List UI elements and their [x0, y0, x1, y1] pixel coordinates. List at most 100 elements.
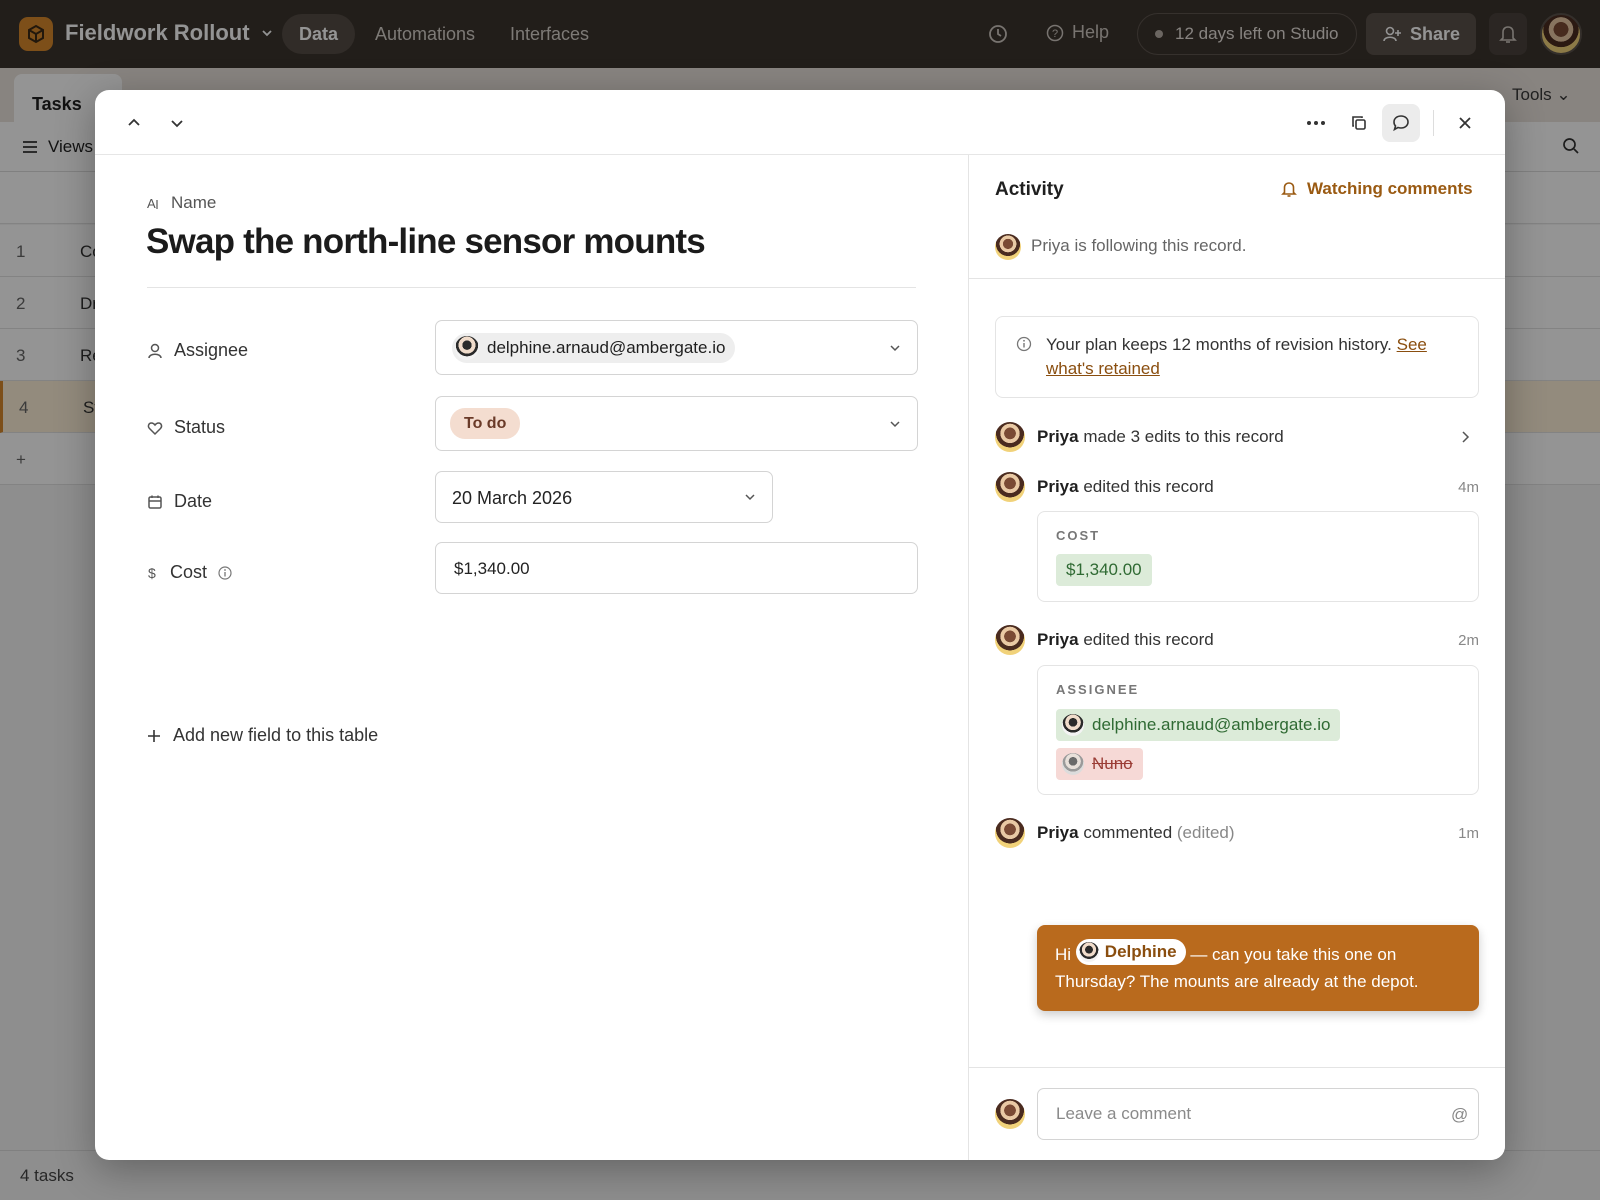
removed-value: Nuno [1092, 754, 1133, 773]
avatar [995, 472, 1025, 502]
name-field-label: A Name [147, 193, 216, 213]
info-icon [1016, 336, 1032, 352]
comment-bubble[interactable]: Hi Delphine — can you take this one on T… [1037, 925, 1479, 1011]
close-icon [1459, 117, 1471, 129]
comment-icon [1393, 115, 1409, 132]
event-user: Priya [1037, 477, 1079, 496]
cost-label: Cost [170, 562, 208, 582]
status-select[interactable]: To do [435, 396, 918, 451]
ellipsis-icon [1307, 121, 1325, 125]
activity-event: Priya commented (edited) [1037, 823, 1235, 843]
toggle-comments-button[interactable] [1382, 104, 1420, 142]
add-field-label: Add new field to this table [173, 725, 379, 745]
plan-text-block: Your plan keeps 12 months of revision hi… [1046, 333, 1466, 381]
avatar [455, 336, 479, 360]
svg-text:$: $ [148, 565, 156, 581]
calendar-icon [148, 495, 162, 509]
status-field-label: Status [147, 417, 225, 438]
comment-input[interactable] [1037, 1088, 1479, 1140]
chevron-right-icon[interactable] [1459, 430, 1471, 444]
plan-notice: Your plan keeps 12 months of revision hi… [995, 316, 1479, 398]
event-action: commented [1083, 823, 1173, 842]
avatar [995, 1099, 1025, 1129]
copy-record-button[interactable] [1340, 104, 1378, 142]
event-user: Priya [1037, 823, 1079, 842]
activity-event: Priya edited this record [1037, 477, 1214, 497]
bell-icon [1281, 182, 1297, 197]
chevron-up-icon [128, 118, 140, 126]
name-label: Name [171, 193, 217, 212]
event-user: Priya [1037, 427, 1079, 446]
date-picker[interactable]: 20 March 2026 [435, 471, 773, 523]
avatar [995, 422, 1025, 452]
event-user: Priya [1037, 630, 1079, 649]
info-icon[interactable] [218, 565, 232, 580]
event-action: edited this record [1083, 477, 1214, 496]
svg-text:A: A [147, 196, 156, 210]
event-action: edited this record [1083, 630, 1214, 649]
more-options-button[interactable] [1297, 104, 1335, 142]
modal-header [95, 90, 1505, 155]
date-field-label: Date [147, 491, 212, 512]
watching-label: Watching comments [1307, 179, 1473, 198]
assignee-select[interactable]: delphine.arnaud@ambergate.io [435, 320, 918, 375]
record-fields-panel: A Name Swap the north-line sensor mounts… [95, 155, 968, 1160]
event-time: 4m [1458, 479, 1479, 496]
divider [147, 287, 916, 288]
activity-title: Activity [995, 179, 1064, 200]
chevron-down-icon [171, 120, 183, 128]
chevron-down-icon [890, 344, 900, 351]
event-time: 2m [1458, 632, 1479, 649]
record-title[interactable]: Swap the north-line sensor mounts [146, 222, 706, 262]
added-value-tag: delphine.arnaud@ambergate.io [1056, 709, 1341, 741]
assignee-label: Assignee [174, 340, 249, 360]
mention-name: Delphine [1104, 941, 1177, 961]
previous-record-button[interactable] [115, 104, 153, 142]
status-badge[interactable]: To do [450, 408, 521, 439]
user-icon [148, 343, 162, 358]
assignee-value: delphine.arnaud@ambergate.io [487, 338, 726, 357]
header-divider [1433, 110, 1434, 136]
plus-icon [148, 729, 160, 742]
next-record-button[interactable] [158, 104, 196, 142]
watching-comments-button[interactable]: Watching comments [1281, 179, 1473, 199]
edited-marker: (edited) [1176, 823, 1235, 842]
avatar [995, 818, 1025, 848]
activity-event: Priya edited this record [1037, 630, 1214, 650]
cost-value: $1,340.00 [454, 559, 530, 578]
date-value: 20 March 2026 [452, 488, 573, 508]
activity-panel: Activity Watching comments Priya is foll… [968, 155, 1505, 1160]
activity-summary-row[interactable]: Priya made 3 edits to this record [1037, 427, 1284, 447]
chevron-down-icon [890, 420, 900, 427]
added-value: delphine.arnaud@ambergate.io [1092, 715, 1331, 734]
date-label: Date [174, 491, 213, 511]
change-card: ASSIGNEE delphine.arnaud@ambergate.io Nu… [1037, 665, 1479, 795]
event-action: made 3 edits to this record [1083, 427, 1284, 446]
record-modal: A Name Swap the north-line sensor mounts… [95, 90, 1505, 1160]
divider [969, 1067, 1505, 1068]
change-field-label: ASSIGNEE [1056, 682, 1140, 697]
avatar [1062, 714, 1084, 736]
cost-field-label: $ Cost [147, 562, 232, 583]
mention-at-icon[interactable]: @ [1451, 1105, 1468, 1125]
removed-value-tag: Nuno [1056, 748, 1143, 780]
following-text: Priya is following this record. [1031, 236, 1247, 255]
avatar [995, 625, 1025, 655]
assignee-chip[interactable]: delphine.arnaud@ambergate.io [452, 333, 736, 363]
copy-icon [1352, 116, 1366, 130]
chevron-down-icon [745, 494, 755, 501]
close-button[interactable] [1446, 104, 1484, 142]
add-field-button[interactable]: Add new field to this table [147, 725, 378, 746]
avatar [995, 234, 1021, 260]
avatar [1062, 753, 1084, 775]
heart-icon [147, 421, 163, 435]
change-card: COST $1,340.00 [1037, 511, 1479, 602]
dollar-icon: $ [148, 565, 156, 581]
change-field-label: COST [1056, 528, 1101, 543]
cost-input[interactable]: $1,340.00 [435, 542, 918, 594]
added-value-tag: $1,340.00 [1056, 554, 1152, 586]
added-value: $1,340.00 [1066, 560, 1142, 579]
comment-text-start: Hi [1055, 945, 1072, 964]
assignee-field-label: Assignee [147, 340, 248, 361]
mention-chip[interactable]: Delphine [1075, 938, 1186, 965]
